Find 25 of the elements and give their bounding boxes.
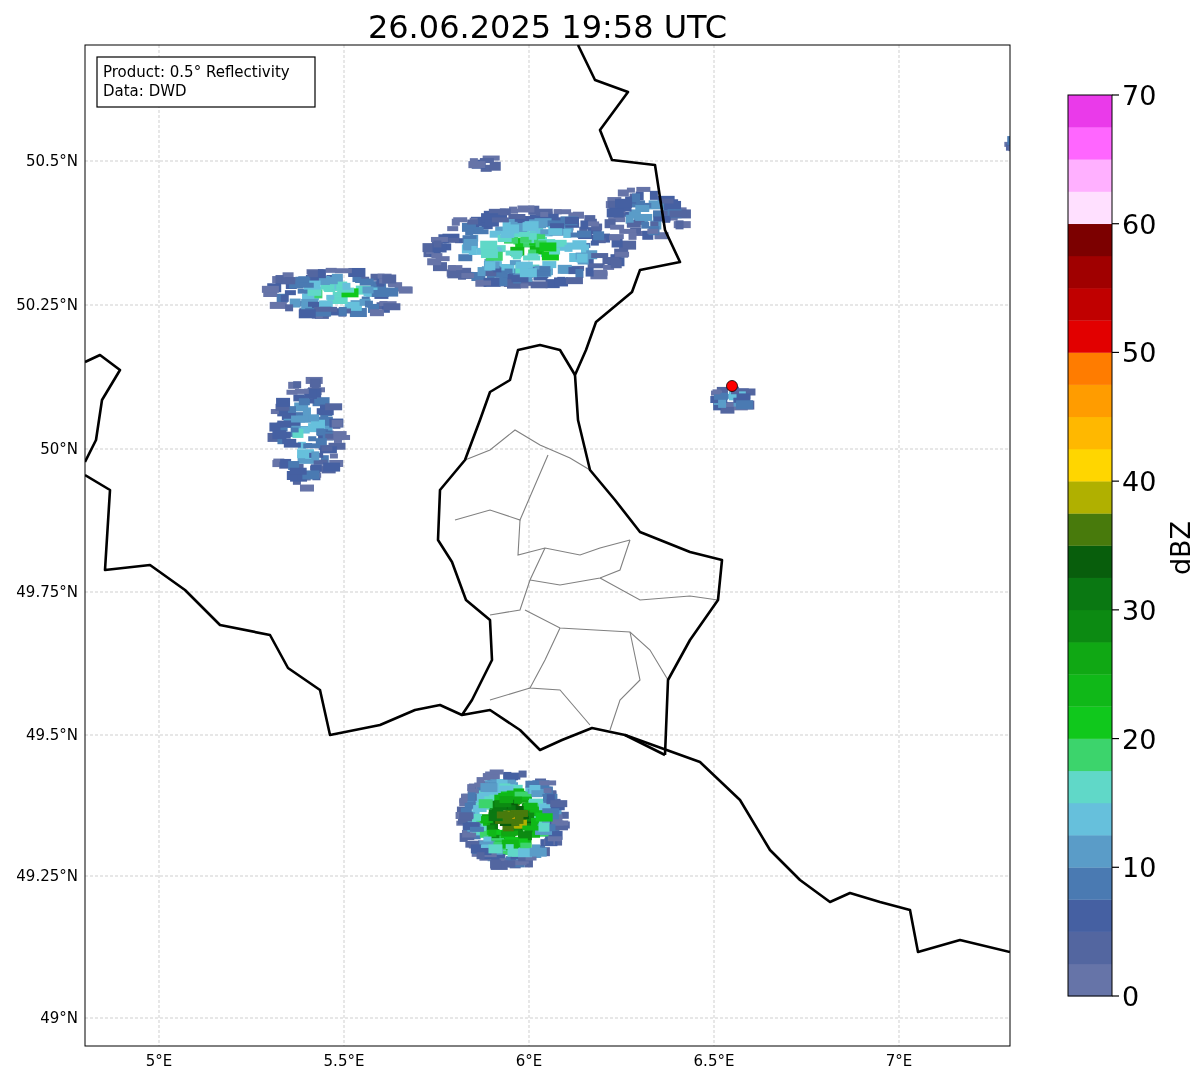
latitude-label: 50°N	[40, 440, 78, 458]
longitude-label: 6°E	[515, 1052, 543, 1070]
colorbar-tick-label: 30	[1122, 594, 1157, 626]
info-text: Product: 0.5° Reflectivity	[103, 63, 290, 81]
colorbar-tick-label: 50	[1122, 337, 1157, 369]
latitude-label: 49°N	[40, 1009, 78, 1027]
colorbar-tick-label: 60	[1122, 208, 1157, 240]
longitude-label: 5°E	[145, 1052, 173, 1070]
latitude-label: 49.25°N	[16, 867, 78, 885]
colorbar-tick-label: 40	[1122, 466, 1157, 498]
longitude-label: 5.5°E	[323, 1052, 365, 1070]
colorbar-tick-label: 0	[1122, 981, 1140, 1012]
latitude-label: 49.75°N	[16, 583, 78, 601]
latitude-label: 49.5°N	[25, 726, 78, 744]
colorbar-tick-label: 70	[1122, 80, 1157, 111]
colorbar-tick-label: 10	[1122, 852, 1157, 884]
info-text: Data: DWD	[103, 82, 187, 100]
colorbar-tick-label: 20	[1122, 723, 1157, 755]
longitude-label: 6.5°E	[693, 1052, 735, 1070]
figure-title: 26.06.2025 19:58 UTC	[367, 8, 728, 46]
longitude-label: 7°E	[885, 1052, 913, 1070]
latitude-label: 50.25°N	[16, 296, 78, 314]
colorbar-label: dBZ	[1165, 520, 1196, 576]
latitude-label: 50.5°N	[25, 152, 78, 170]
location-marker	[726, 380, 738, 392]
